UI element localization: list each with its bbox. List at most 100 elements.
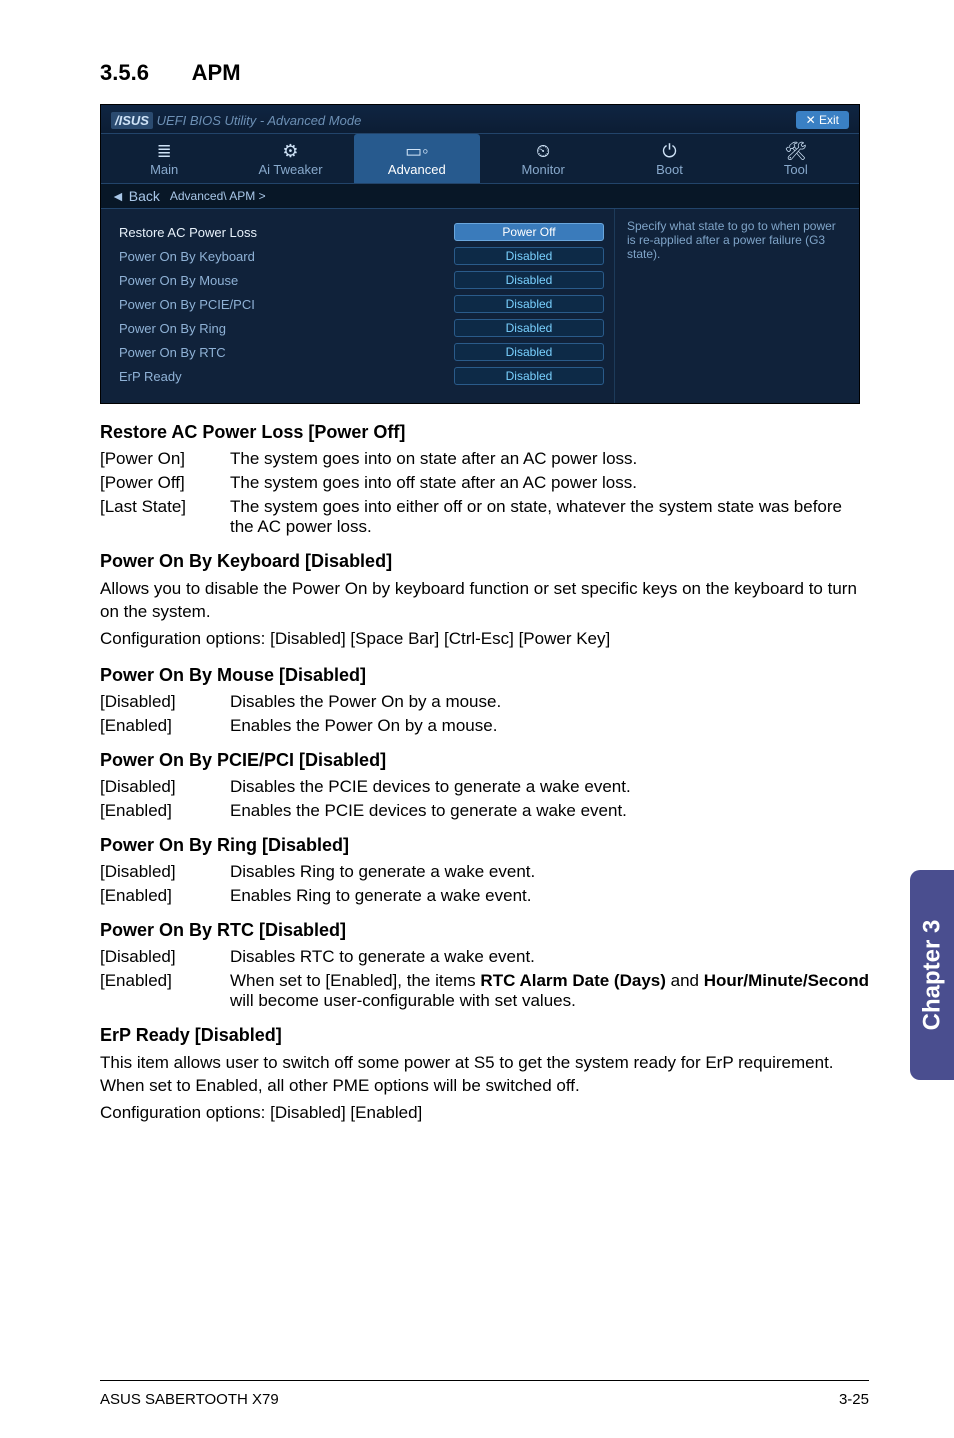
option-desc: The system goes into on state after an A…: [230, 449, 869, 469]
option-desc: Disables RTC to generate a wake event.: [230, 947, 869, 967]
bios-help-text: Specify what state to go to when power i…: [627, 219, 836, 261]
options-rtc: [Disabled] Disables RTC to generate a wa…: [100, 947, 869, 1011]
option-row: [Enabled] Enables the PCIE devices to ge…: [100, 801, 869, 821]
bios-screenshot: /ISUS UEFI BIOS Utility - Advanced Mode …: [100, 104, 860, 404]
option-row-enabled: [Enabled] When set to [Enabled], the ite…: [100, 971, 869, 1011]
bios-row-mouse[interactable]: Power On By Mouse Disabled: [119, 271, 604, 289]
bios-row-restore-ac[interactable]: Restore AC Power Loss Power Off: [119, 223, 604, 241]
rtc-bold-2: Hour/Minute/Second: [704, 971, 869, 990]
gear-icon: ⚙: [227, 142, 353, 160]
footer-left: ASUS SABERTOOTH X79: [100, 1391, 279, 1408]
bios-tab-advanced[interactable]: ▭◦ Advanced: [354, 134, 480, 183]
tab-label: Monitor: [521, 162, 564, 177]
option-row: [Enabled] Enables the Power On by a mous…: [100, 716, 869, 736]
tab-label: Ai Tweaker: [258, 162, 322, 177]
bios-row-rtc[interactable]: Power On By RTC Disabled: [119, 343, 604, 361]
desc-erp-2: Configuration options: [Disabled] [Enabl…: [100, 1102, 869, 1125]
row-value[interactable]: Disabled: [454, 295, 604, 313]
option-row: [Disabled] Disables Ring to generate a w…: [100, 862, 869, 882]
heading-ring: Power On By Ring [Disabled]: [100, 835, 869, 856]
back-button[interactable]: ◄ Back: [111, 188, 160, 204]
bios-help-panel: Specify what state to go to when power i…: [614, 209, 859, 403]
row-label: Power On By Mouse: [119, 273, 238, 288]
list-icon: ≣: [101, 142, 227, 160]
back-label: Back: [129, 188, 160, 204]
option-desc: When set to [Enabled], the items RTC Ala…: [230, 971, 869, 1011]
heading-pcie: Power On By PCIE/PCI [Disabled]: [100, 750, 869, 771]
heading-erp: ErP Ready [Disabled]: [100, 1025, 869, 1046]
option-key: [Enabled]: [100, 801, 230, 821]
rtc-enabled-post: will become user-configurable with set v…: [230, 991, 576, 1010]
heading-mouse: Power On By Mouse [Disabled]: [100, 665, 869, 686]
option-row: [Disabled] Disables the Power On by a mo…: [100, 692, 869, 712]
option-desc: Disables the PCIE devices to generate a …: [230, 777, 869, 797]
option-row: [Disabled] Disables the PCIE devices to …: [100, 777, 869, 797]
section-title: APM: [192, 60, 241, 86]
tab-label: Boot: [656, 162, 683, 177]
option-desc: The system goes into off state after an …: [230, 473, 869, 493]
bios-tab-ai-tweaker[interactable]: ⚙ Ai Tweaker: [227, 134, 353, 183]
heading-restore-ac: Restore AC Power Loss [Power Off]: [100, 422, 869, 443]
row-label: Power On By Ring: [119, 321, 226, 336]
bios-row-erp[interactable]: ErP Ready Disabled: [119, 367, 604, 385]
bios-tab-monitor[interactable]: ⏲ Monitor: [480, 134, 606, 183]
exit-label: Exit: [819, 113, 839, 127]
row-value[interactable]: Disabled: [454, 367, 604, 385]
bios-exit-button[interactable]: ✕ Exit: [796, 111, 849, 129]
option-key: [Disabled]: [100, 862, 230, 882]
option-row: [Last State] The system goes into either…: [100, 497, 869, 537]
bios-titlebar: /ISUS UEFI BIOS Utility - Advanced Mode …: [101, 105, 859, 134]
options-pcie: [Disabled] Disables the PCIE devices to …: [100, 777, 869, 821]
bios-brand: /ISUS: [111, 112, 153, 129]
tab-label: Tool: [784, 162, 808, 177]
bios-tab-tool[interactable]: 🛠 Tool: [733, 134, 859, 183]
option-desc: Enables the PCIE devices to generate a w…: [230, 801, 869, 821]
row-label: Restore AC Power Loss: [119, 225, 257, 240]
breadcrumb-path: Advanced\ APM >: [170, 189, 266, 203]
row-value[interactable]: Disabled: [454, 271, 604, 289]
rtc-enabled-mid: and: [666, 971, 704, 990]
row-label: Power On By Keyboard: [119, 249, 255, 264]
bios-option-list: Restore AC Power Loss Power Off Power On…: [101, 209, 614, 403]
option-key: [Enabled]: [100, 716, 230, 736]
options-ring: [Disabled] Disables Ring to generate a w…: [100, 862, 869, 906]
bios-title: /ISUS UEFI BIOS Utility - Advanced Mode: [111, 113, 361, 128]
options-restore-ac: [Power On] The system goes into on state…: [100, 449, 869, 537]
rtc-bold-1: RTC Alarm Date (Days): [480, 971, 665, 990]
option-desc: Disables Ring to generate a wake event.: [230, 862, 869, 882]
row-value[interactable]: Power Off: [454, 223, 604, 241]
bios-breadcrumb: ◄ Back Advanced\ APM >: [101, 184, 859, 209]
bios-tab-boot[interactable]: ⏻ Boot: [606, 134, 732, 183]
power-icon: ⏻: [606, 142, 732, 160]
footer-right: 3-25: [839, 1391, 869, 1408]
bios-row-ring[interactable]: Power On By Ring Disabled: [119, 319, 604, 337]
option-desc: Enables Ring to generate a wake event.: [230, 886, 869, 906]
rtc-enabled-pre: When set to [Enabled], the items: [230, 971, 480, 990]
option-row: [Power Off] The system goes into off sta…: [100, 473, 869, 493]
row-value[interactable]: Disabled: [454, 343, 604, 361]
row-value[interactable]: Disabled: [454, 319, 604, 337]
tab-label: Main: [150, 162, 178, 177]
option-key: [Last State]: [100, 497, 230, 537]
option-key: [Disabled]: [100, 777, 230, 797]
bios-row-keyboard[interactable]: Power On By Keyboard Disabled: [119, 247, 604, 265]
tab-label: Advanced: [388, 162, 446, 177]
tool-icon: 🛠: [733, 142, 859, 160]
row-label: Power On By RTC: [119, 345, 226, 360]
desc-erp-1: This item allows user to switch off some…: [100, 1052, 869, 1098]
bios-tab-row: ≣ Main ⚙ Ai Tweaker ▭◦ Advanced ⏲ Monito…: [101, 134, 859, 184]
heading-rtc: Power On By RTC [Disabled]: [100, 920, 869, 941]
row-label: ErP Ready: [119, 369, 182, 384]
bios-tab-main[interactable]: ≣ Main: [101, 134, 227, 183]
option-row: [Power On] The system goes into on state…: [100, 449, 869, 469]
desc-keyboard-1: Allows you to disable the Power On by ke…: [100, 578, 869, 624]
row-value[interactable]: Disabled: [454, 247, 604, 265]
bios-row-pcie[interactable]: Power On By PCIE/PCI Disabled: [119, 295, 604, 313]
desc-keyboard-2: Configuration options: [Disabled] [Space…: [100, 628, 869, 651]
chapter-side-tab: Chapter 3: [910, 870, 954, 1080]
option-key: [Power On]: [100, 449, 230, 469]
option-row: [Enabled] Enables Ring to generate a wak…: [100, 886, 869, 906]
chip-icon: ▭◦: [354, 142, 480, 160]
options-mouse: [Disabled] Disables the Power On by a mo…: [100, 692, 869, 736]
option-key: [Disabled]: [100, 947, 230, 967]
